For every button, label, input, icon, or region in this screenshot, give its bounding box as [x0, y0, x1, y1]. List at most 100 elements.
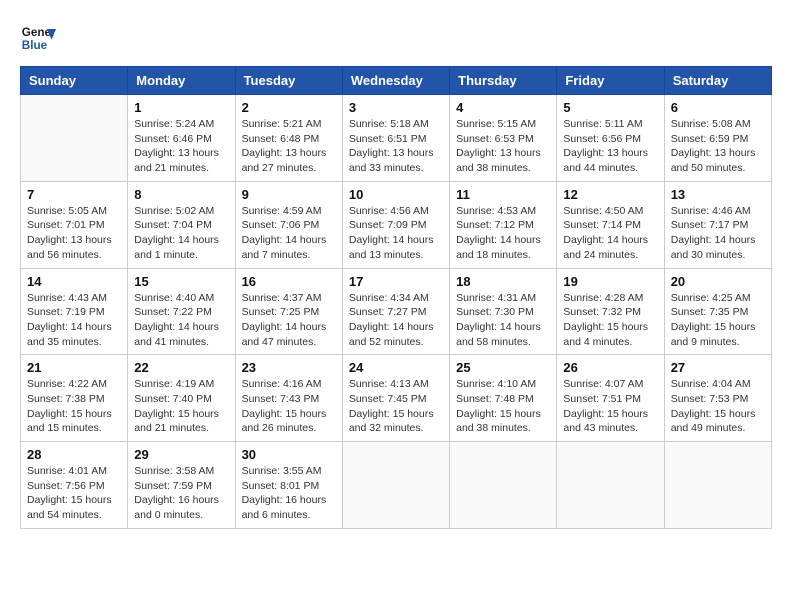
- day-number: 22: [134, 360, 228, 375]
- day-info: Sunrise: 3:55 AMSunset: 8:01 PMDaylight:…: [242, 464, 336, 523]
- calendar-cell: 4 Sunrise: 5:15 AMSunset: 6:53 PMDaylight…: [450, 95, 557, 182]
- day-info: Sunrise: 4:19 AMSunset: 7:40 PMDaylight:…: [134, 377, 228, 436]
- day-number: 21: [27, 360, 121, 375]
- page: General Blue SundayMondayTuesdayWednesda…: [0, 0, 792, 549]
- logo: General Blue: [20, 20, 56, 56]
- calendar-cell: 14Sunrise: 4:43 AMSunset: 7:19 PMDayligh…: [21, 268, 128, 355]
- calendar-cell: [342, 442, 449, 529]
- day-number: 3: [349, 100, 443, 115]
- calendar-week-row: 14Sunrise: 4:43 AMSunset: 7:19 PMDayligh…: [21, 268, 772, 355]
- day-info: Sunrise: 4:31 AMSunset: 7:30 PMDaylight:…: [456, 291, 550, 350]
- day-info: Sunrise: 4:56 AMSunset: 7:09 PMDaylight:…: [349, 204, 443, 263]
- day-info: Sunrise: 4:10 AMSunset: 7:48 PMDaylight:…: [456, 377, 550, 436]
- calendar-cell: 17 Sunrise: 4:34 AMSunset: 7:27 PMDayligh…: [342, 268, 449, 355]
- day-info: Sunrise: 4:07 AMSunset: 7:51 PMDaylight:…: [563, 377, 657, 436]
- day-info: Sunrise: 5:21 AMSunset: 6:48 PMDaylight:…: [242, 117, 336, 176]
- day-number: 4: [456, 100, 550, 115]
- calendar-cell: 23 Sunrise: 4:16 AMSunset: 7:43 PMDayligh…: [235, 355, 342, 442]
- calendar-cell: 25Sunrise: 4:10 AMSunset: 7:48 PMDayligh…: [450, 355, 557, 442]
- day-info: Sunrise: 4:53 AMSunset: 7:12 PMDaylight:…: [456, 204, 550, 263]
- calendar-cell: 1Sunrise: 5:24 AMSunset: 6:46 PMDaylight…: [128, 95, 235, 182]
- day-info: Sunrise: 4:59 AMSunset: 7:06 PMDaylight:…: [242, 204, 336, 263]
- day-info: Sunrise: 4:50 AMSunset: 7:14 PMDaylight:…: [563, 204, 657, 263]
- calendar-cell: 6 Sunrise: 5:08 AMSunset: 6:59 PMDaylight…: [664, 95, 771, 182]
- calendar-cell: 8Sunrise: 5:02 AMSunset: 7:04 PMDaylight…: [128, 181, 235, 268]
- day-number: 14: [27, 274, 121, 289]
- calendar-cell: 15 Sunrise: 4:40 AMSunset: 7:22 PMDayligh…: [128, 268, 235, 355]
- day-info: Sunrise: 4:22 AMSunset: 7:38 PMDaylight:…: [27, 377, 121, 436]
- calendar-week-row: 28 Sunrise: 4:01 AMSunset: 7:56 PMDayligh…: [21, 442, 772, 529]
- day-info: Sunrise: 4:37 AMSunset: 7:25 PMDaylight:…: [242, 291, 336, 350]
- weekday-header: Sunday: [21, 67, 128, 95]
- calendar-cell: 30 Sunrise: 3:55 AMSunset: 8:01 PMDayligh…: [235, 442, 342, 529]
- calendar-cell: [557, 442, 664, 529]
- calendar-cell: 29 Sunrise: 3:58 AMSunset: 7:59 PMDayligh…: [128, 442, 235, 529]
- calendar-cell: 5Sunrise: 5:11 AMSunset: 6:56 PMDaylight…: [557, 95, 664, 182]
- day-info: Sunrise: 5:15 AMSunset: 6:53 PMDaylight:…: [456, 117, 550, 176]
- day-info: Sunrise: 5:05 AMSunset: 7:01 PMDaylight:…: [27, 204, 121, 263]
- day-number: 7: [27, 187, 121, 202]
- calendar-table: SundayMondayTuesdayWednesdayThursdayFrid…: [20, 66, 772, 529]
- day-number: 30: [242, 447, 336, 462]
- weekday-header: Monday: [128, 67, 235, 95]
- calendar-week-row: 7 Sunrise: 5:05 AMSunset: 7:01 PMDaylight…: [21, 181, 772, 268]
- calendar-cell: 7 Sunrise: 5:05 AMSunset: 7:01 PMDaylight…: [21, 181, 128, 268]
- calendar-cell: 28 Sunrise: 4:01 AMSunset: 7:56 PMDayligh…: [21, 442, 128, 529]
- day-info: Sunrise: 4:04 AMSunset: 7:53 PMDaylight:…: [671, 377, 765, 436]
- day-number: 9: [242, 187, 336, 202]
- day-number: 17: [349, 274, 443, 289]
- calendar-cell: 9 Sunrise: 4:59 AMSunset: 7:06 PMDaylight…: [235, 181, 342, 268]
- day-number: 18: [456, 274, 550, 289]
- day-number: 6: [671, 100, 765, 115]
- header: General Blue: [20, 20, 772, 56]
- weekday-header: Tuesday: [235, 67, 342, 95]
- day-info: Sunrise: 4:28 AMSunset: 7:32 PMDaylight:…: [563, 291, 657, 350]
- calendar-cell: 12 Sunrise: 4:50 AMSunset: 7:14 PMDayligh…: [557, 181, 664, 268]
- day-info: Sunrise: 5:02 AMSunset: 7:04 PMDaylight:…: [134, 204, 228, 263]
- day-info: Sunrise: 3:58 AMSunset: 7:59 PMDaylight:…: [134, 464, 228, 523]
- calendar-cell: 2 Sunrise: 5:21 AMSunset: 6:48 PMDaylight…: [235, 95, 342, 182]
- day-info: Sunrise: 4:25 AMSunset: 7:35 PMDaylight:…: [671, 291, 765, 350]
- day-number: 15: [134, 274, 228, 289]
- calendar-cell: 10 Sunrise: 4:56 AMSunset: 7:09 PMDayligh…: [342, 181, 449, 268]
- day-info: Sunrise: 4:13 AMSunset: 7:45 PMDaylight:…: [349, 377, 443, 436]
- day-number: 26: [563, 360, 657, 375]
- day-number: 5: [563, 100, 657, 115]
- weekday-header: Saturday: [664, 67, 771, 95]
- day-info: Sunrise: 5:08 AMSunset: 6:59 PMDaylight:…: [671, 117, 765, 176]
- day-info: Sunrise: 4:16 AMSunset: 7:43 PMDaylight:…: [242, 377, 336, 436]
- day-number: 1: [134, 100, 228, 115]
- calendar-week-row: 21 Sunrise: 4:22 AMSunset: 7:38 PMDayligh…: [21, 355, 772, 442]
- weekday-header: Friday: [557, 67, 664, 95]
- day-number: 16: [242, 274, 336, 289]
- calendar-cell: 27Sunrise: 4:04 AMSunset: 7:53 PMDayligh…: [664, 355, 771, 442]
- calendar-cell: 11 Sunrise: 4:53 AMSunset: 7:12 PMDayligh…: [450, 181, 557, 268]
- day-info: Sunrise: 4:40 AMSunset: 7:22 PMDaylight:…: [134, 291, 228, 350]
- day-number: 29: [134, 447, 228, 462]
- day-number: 20: [671, 274, 765, 289]
- calendar-cell: 26 Sunrise: 4:07 AMSunset: 7:51 PMDayligh…: [557, 355, 664, 442]
- calendar-cell: [450, 442, 557, 529]
- calendar-cell: 20 Sunrise: 4:25 AMSunset: 7:35 PMDayligh…: [664, 268, 771, 355]
- day-number: 28: [27, 447, 121, 462]
- day-info: Sunrise: 4:46 AMSunset: 7:17 PMDaylight:…: [671, 204, 765, 263]
- weekday-header: Wednesday: [342, 67, 449, 95]
- day-number: 24: [349, 360, 443, 375]
- day-number: 12: [563, 187, 657, 202]
- calendar-week-row: 1Sunrise: 5:24 AMSunset: 6:46 PMDaylight…: [21, 95, 772, 182]
- day-number: 10: [349, 187, 443, 202]
- logo-icon: General Blue: [20, 20, 56, 56]
- day-number: 23: [242, 360, 336, 375]
- day-info: Sunrise: 5:18 AMSunset: 6:51 PMDaylight:…: [349, 117, 443, 176]
- day-number: 11: [456, 187, 550, 202]
- calendar-cell: 13Sunrise: 4:46 AMSunset: 7:17 PMDayligh…: [664, 181, 771, 268]
- svg-text:Blue: Blue: [22, 39, 48, 52]
- calendar-cell: 22 Sunrise: 4:19 AMSunset: 7:40 PMDayligh…: [128, 355, 235, 442]
- day-info: Sunrise: 4:01 AMSunset: 7:56 PMDaylight:…: [27, 464, 121, 523]
- header-row: SundayMondayTuesdayWednesdayThursdayFrid…: [21, 67, 772, 95]
- calendar-cell: [664, 442, 771, 529]
- calendar-cell: 21 Sunrise: 4:22 AMSunset: 7:38 PMDayligh…: [21, 355, 128, 442]
- calendar-cell: 3 Sunrise: 5:18 AMSunset: 6:51 PMDaylight…: [342, 95, 449, 182]
- day-info: Sunrise: 4:34 AMSunset: 7:27 PMDaylight:…: [349, 291, 443, 350]
- day-number: 2: [242, 100, 336, 115]
